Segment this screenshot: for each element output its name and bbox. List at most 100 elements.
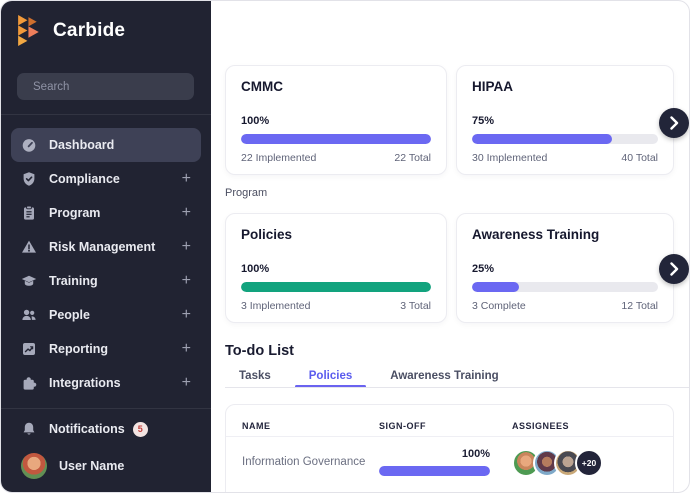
sidebar-item-reporting[interactable]: Reporting + bbox=[11, 332, 201, 366]
warning-triangle-icon bbox=[21, 239, 37, 255]
report-chart-icon bbox=[21, 341, 37, 357]
expand-plus-icon[interactable]: + bbox=[182, 273, 191, 289]
card-footer-right: 12 Total bbox=[621, 300, 658, 312]
tab-tasks[interactable]: Tasks bbox=[225, 365, 285, 387]
card-footer-left: 3 Complete bbox=[472, 300, 526, 312]
notifications-item[interactable]: Notifications 5 bbox=[11, 414, 201, 444]
sidebar-divider-bottom bbox=[1, 408, 211, 409]
sidebar: Carbide Dashboard bbox=[1, 1, 211, 492]
shield-check-icon bbox=[21, 171, 37, 187]
tab-policies[interactable]: Policies bbox=[295, 365, 366, 387]
puzzle-icon bbox=[21, 375, 37, 391]
expand-plus-icon[interactable]: + bbox=[182, 171, 191, 187]
sidebar-divider-top bbox=[1, 114, 211, 115]
tab-label: Tasks bbox=[239, 370, 271, 382]
card-title: Awareness Training bbox=[472, 227, 599, 242]
card-percent: 100% bbox=[241, 115, 269, 127]
expand-plus-icon[interactable]: + bbox=[182, 341, 191, 357]
signoff-percent: 100% bbox=[379, 448, 490, 460]
progress-bar-fill bbox=[241, 134, 431, 144]
sidebar-item-label: Program bbox=[49, 206, 100, 220]
program-section-label: Program bbox=[225, 187, 267, 199]
program-card-policies[interactable]: Policies 100% 3 Implemented 3 Total bbox=[225, 213, 447, 323]
sidebar-item-risk-management[interactable]: Risk Management + bbox=[11, 230, 201, 264]
gauge-icon bbox=[21, 137, 37, 153]
progress-bar bbox=[241, 134, 431, 144]
progress-bar bbox=[472, 134, 658, 144]
app-title: Carbide bbox=[53, 20, 125, 42]
sidebar-item-label: Training bbox=[49, 274, 98, 288]
user-avatar bbox=[21, 453, 47, 479]
graduation-cap-icon bbox=[21, 273, 37, 289]
todo-tabs: Tasks Policies Awareness Training bbox=[225, 365, 523, 387]
expand-plus-icon[interactable]: + bbox=[182, 375, 191, 391]
chevron-right-icon bbox=[670, 116, 679, 130]
card-footer-left: 3 Implemented bbox=[241, 300, 310, 312]
card-footer-right: 40 Total bbox=[621, 152, 658, 164]
program-card-awareness-training[interactable]: Awareness Training 25% 3 Complete 12 Tot… bbox=[456, 213, 674, 323]
todo-table: NAME SIGN-OFF ASSIGNEES Information Gove… bbox=[225, 404, 674, 493]
assignee-overflow-badge[interactable]: +20 bbox=[575, 449, 603, 477]
search-box bbox=[17, 73, 194, 100]
card-footer-left: 30 Implemented bbox=[472, 152, 547, 164]
notification-count-badge: 5 bbox=[133, 422, 148, 437]
todo-list-title: To-do List bbox=[225, 343, 294, 359]
signoff-progress-bar bbox=[379, 466, 490, 476]
sidebar-item-label: Integrations bbox=[49, 376, 121, 390]
sidebar-item-program[interactable]: Program + bbox=[11, 196, 201, 230]
carbide-logo-icon bbox=[17, 14, 44, 47]
progress-bar-fill bbox=[472, 282, 519, 292]
card-footer-left: 22 Implemented bbox=[241, 152, 316, 164]
user-name-label: User Name bbox=[59, 459, 124, 473]
frameworks-next-button[interactable] bbox=[659, 108, 689, 138]
tabs-divider bbox=[225, 387, 690, 388]
user-menu-item[interactable]: User Name bbox=[11, 450, 201, 482]
app-window: Carbide Dashboard bbox=[0, 0, 690, 493]
progress-bar bbox=[241, 282, 431, 292]
sidebar-item-people[interactable]: People + bbox=[11, 298, 201, 332]
notifications-label: Notifications bbox=[49, 422, 125, 436]
card-footer-right: 22 Total bbox=[394, 152, 431, 164]
sidebar-item-label: Reporting bbox=[49, 342, 108, 356]
bell-icon bbox=[21, 421, 37, 437]
framework-card-hipaa[interactable]: HIPAA 75% 30 Implemented 40 Total bbox=[456, 65, 674, 175]
column-header-assignees: ASSIGNEES bbox=[512, 421, 569, 431]
sidebar-item-label: Compliance bbox=[49, 172, 120, 186]
table-row[interactable]: Information Governance 100% +20 bbox=[226, 437, 673, 493]
sidebar-item-label: People bbox=[49, 308, 90, 322]
column-header-signoff: SIGN-OFF bbox=[379, 421, 426, 431]
sidebar-item-integrations[interactable]: Integrations + bbox=[11, 366, 201, 400]
people-icon bbox=[21, 307, 37, 323]
search-input[interactable] bbox=[33, 81, 187, 93]
column-header-name: NAME bbox=[242, 421, 271, 431]
sidebar-item-training[interactable]: Training + bbox=[11, 264, 201, 298]
expand-plus-icon[interactable]: + bbox=[182, 239, 191, 255]
card-title: CMMC bbox=[241, 79, 283, 94]
expand-plus-icon[interactable]: + bbox=[182, 307, 191, 323]
clipboard-icon bbox=[21, 205, 37, 221]
tab-label: Awareness Training bbox=[390, 370, 498, 382]
framework-card-cmmc[interactable]: CMMC 100% 22 Implemented 22 Total bbox=[225, 65, 447, 175]
progress-bar-fill bbox=[241, 282, 431, 292]
progress-bar-fill bbox=[472, 134, 612, 144]
sidebar-item-dashboard[interactable]: Dashboard bbox=[11, 128, 201, 162]
progress-bar-fill bbox=[379, 466, 490, 476]
sidebar-item-label: Dashboard bbox=[49, 138, 114, 152]
sidebar-item-compliance[interactable]: Compliance + bbox=[11, 162, 201, 196]
card-percent: 100% bbox=[241, 263, 269, 275]
expand-plus-icon[interactable]: + bbox=[182, 205, 191, 221]
card-title: Policies bbox=[241, 227, 292, 242]
program-next-button[interactable] bbox=[659, 254, 689, 284]
card-title: HIPAA bbox=[472, 79, 513, 94]
card-footer-right: 3 Total bbox=[400, 300, 431, 312]
logo-row: Carbide bbox=[17, 14, 125, 47]
card-percent: 75% bbox=[472, 115, 494, 127]
sidebar-item-label: Risk Management bbox=[49, 240, 155, 254]
sidebar-nav: Dashboard Compliance + bbox=[11, 128, 201, 400]
card-percent: 25% bbox=[472, 263, 494, 275]
policy-name: Information Governance bbox=[242, 456, 365, 468]
chevron-right-icon bbox=[670, 262, 679, 276]
tab-label: Policies bbox=[309, 370, 352, 382]
progress-bar bbox=[472, 282, 658, 292]
tab-awareness-training[interactable]: Awareness Training bbox=[376, 365, 512, 387]
